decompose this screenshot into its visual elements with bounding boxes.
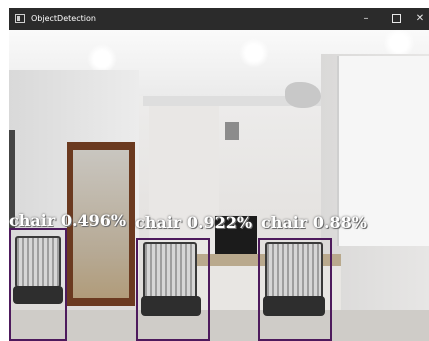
close-button[interactable]: ✕	[411, 8, 429, 30]
window-title: ObjectDetection	[31, 14, 96, 23]
camera-frame: chair 0.496% chair 0.922% chair 0.88%	[9, 30, 429, 341]
title-bar[interactable]: ObjectDetection – ✕	[9, 8, 429, 30]
maximize-button[interactable]	[381, 8, 411, 30]
detection-label: chair 0.496%	[9, 211, 127, 230]
detection-box	[136, 238, 210, 341]
ceiling-light	[381, 30, 417, 56]
detection-box	[258, 238, 332, 341]
ceiling-light	[239, 38, 269, 68]
maximize-icon	[391, 13, 401, 23]
floor	[9, 310, 429, 341]
detection-box	[9, 228, 67, 341]
detection-label: chair 0.922%	[135, 213, 253, 232]
wall-lamp	[225, 122, 239, 140]
minimize-button[interactable]: –	[351, 8, 381, 30]
object-detection-window: ObjectDetection – ✕ chair 0.496% chair 0…	[9, 8, 429, 341]
window-app-icon	[15, 14, 25, 23]
wall-fan	[285, 82, 321, 108]
detection-label: chair 0.88%	[261, 213, 367, 232]
